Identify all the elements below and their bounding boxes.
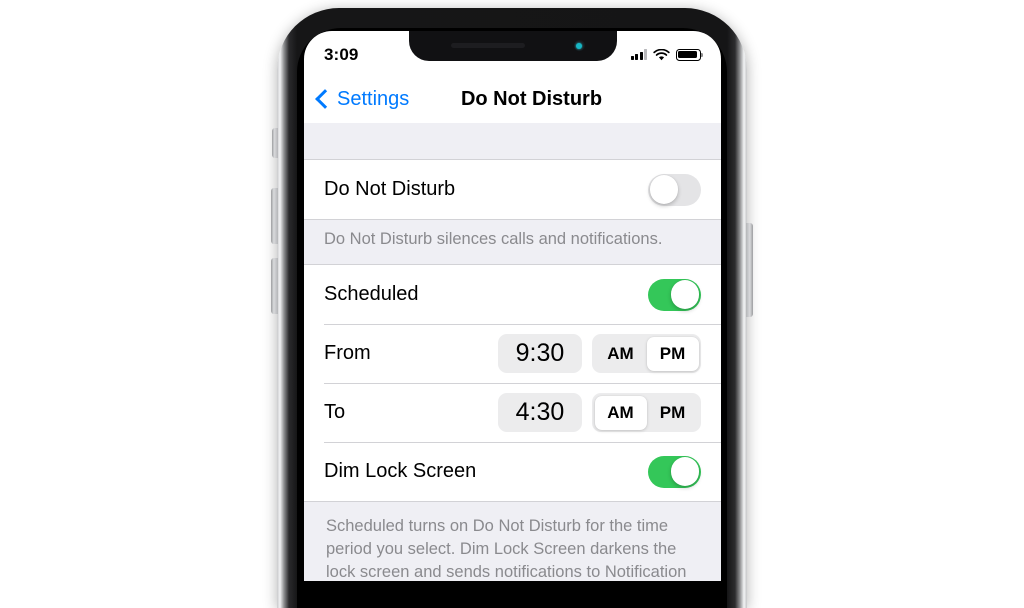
status-bar-time: 3:09 xyxy=(324,44,359,64)
row-label-from: From xyxy=(324,342,371,364)
silent-switch-button[interactable] xyxy=(272,128,278,158)
row-scheduled[interactable]: Scheduled xyxy=(304,265,721,324)
back-button-settings[interactable]: Settings xyxy=(315,87,410,111)
row-do-not-disturb[interactable]: Do Not Disturb xyxy=(304,160,721,219)
from-time-controls: 9:30 AM PM xyxy=(498,334,701,373)
to-time-value[interactable]: 4:30 xyxy=(498,393,582,432)
do-not-disturb-section: Do Not Disturb xyxy=(304,159,721,220)
footer-schedule: Scheduled turns on Do Not Disturb for th… xyxy=(304,502,721,581)
row-from[interactable]: From 9:30 AM PM xyxy=(304,324,721,383)
navigation-bar: Settings Do Not Disturb xyxy=(304,75,721,123)
toggle-do-not-disturb[interactable] xyxy=(648,173,701,206)
toggle-scheduled[interactable] xyxy=(648,278,701,311)
row-label-scheduled: Scheduled xyxy=(324,283,419,305)
to-segment-pm[interactable]: PM xyxy=(647,396,699,430)
row-dim-lock-screen[interactable]: Dim Lock Screen xyxy=(304,442,721,501)
from-time-value[interactable]: 9:30 xyxy=(498,334,582,373)
section-spacer-top xyxy=(304,123,721,159)
side-power-button[interactable] xyxy=(746,223,753,317)
settings-content: Do Not Disturb Do Not Disturb silences c… xyxy=(304,123,721,581)
wifi-icon xyxy=(653,48,670,60)
to-meridiem-segmented-control: AM PM xyxy=(592,393,701,432)
cellular-signal-icon xyxy=(630,49,647,60)
row-label-do-not-disturb: Do Not Disturb xyxy=(324,178,456,200)
to-segment-am[interactable]: AM xyxy=(594,395,647,430)
to-time-controls: 4:30 AM PM xyxy=(498,393,701,432)
screenshot-stage: 3:09 Settings Do Not Disturb Do Not Dist… xyxy=(0,0,1024,608)
from-meridiem-segmented-control: AM PM xyxy=(592,334,701,373)
toggle-dim-lock-screen[interactable] xyxy=(648,455,701,488)
back-button-label: Settings xyxy=(337,87,410,110)
row-to[interactable]: To 4:30 AM PM xyxy=(304,383,721,442)
volume-down-button[interactable] xyxy=(271,258,278,314)
battery-icon xyxy=(676,48,704,61)
from-segment-pm[interactable]: PM xyxy=(646,336,699,371)
toggle-knob xyxy=(649,175,679,204)
row-label-to: To xyxy=(324,401,346,423)
chevron-left-icon xyxy=(315,89,335,109)
display-notch xyxy=(408,31,617,61)
footer-do-not-disturb: Do Not Disturb silences calls and notifi… xyxy=(304,220,721,264)
from-segment-am[interactable]: AM xyxy=(595,337,647,371)
earpiece-speaker xyxy=(450,43,525,48)
toggle-knob xyxy=(670,280,700,309)
volume-up-button[interactable] xyxy=(271,188,278,244)
schedule-section: Scheduled From 9:30 AM PM To 4:30 AM PM … xyxy=(304,264,721,502)
status-bar-indicators xyxy=(630,48,704,61)
front-camera-icon xyxy=(573,40,585,51)
toggle-knob xyxy=(670,457,700,486)
phone-screen: 3:09 Settings Do Not Disturb Do Not Dist… xyxy=(304,31,721,581)
row-label-dim-lock-screen: Dim Lock Screen xyxy=(324,460,477,482)
